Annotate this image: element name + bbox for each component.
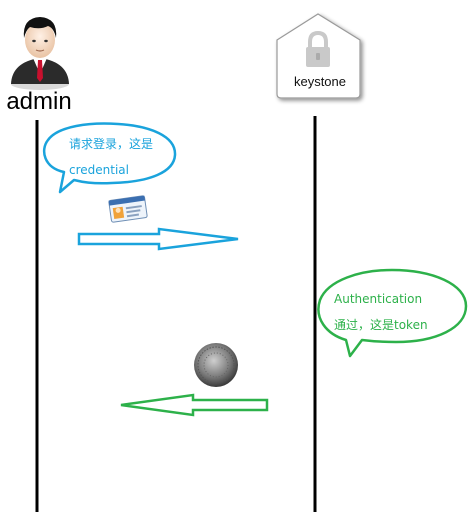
response-message: Authentication 通过，这是token: [334, 286, 428, 338]
coin-icon: [194, 343, 238, 387]
request-message: 请求登录，这是 credential: [69, 131, 153, 183]
request-line-1: 请求登录，这是: [69, 137, 154, 151]
user-avatar-icon: [11, 17, 69, 90]
admin-label: admin: [6, 88, 72, 115]
response-line-2: 通过，这是token: [334, 318, 428, 332]
request-line-2: credential: [69, 163, 129, 177]
sequence-diagram: [11, 13, 468, 512]
request-arrow: [77, 227, 239, 251]
response-line-1: Authentication: [334, 292, 423, 306]
id-card-icon: [108, 195, 148, 223]
response-arrow: [120, 393, 269, 417]
keystone-label: keystone: [293, 74, 347, 89]
